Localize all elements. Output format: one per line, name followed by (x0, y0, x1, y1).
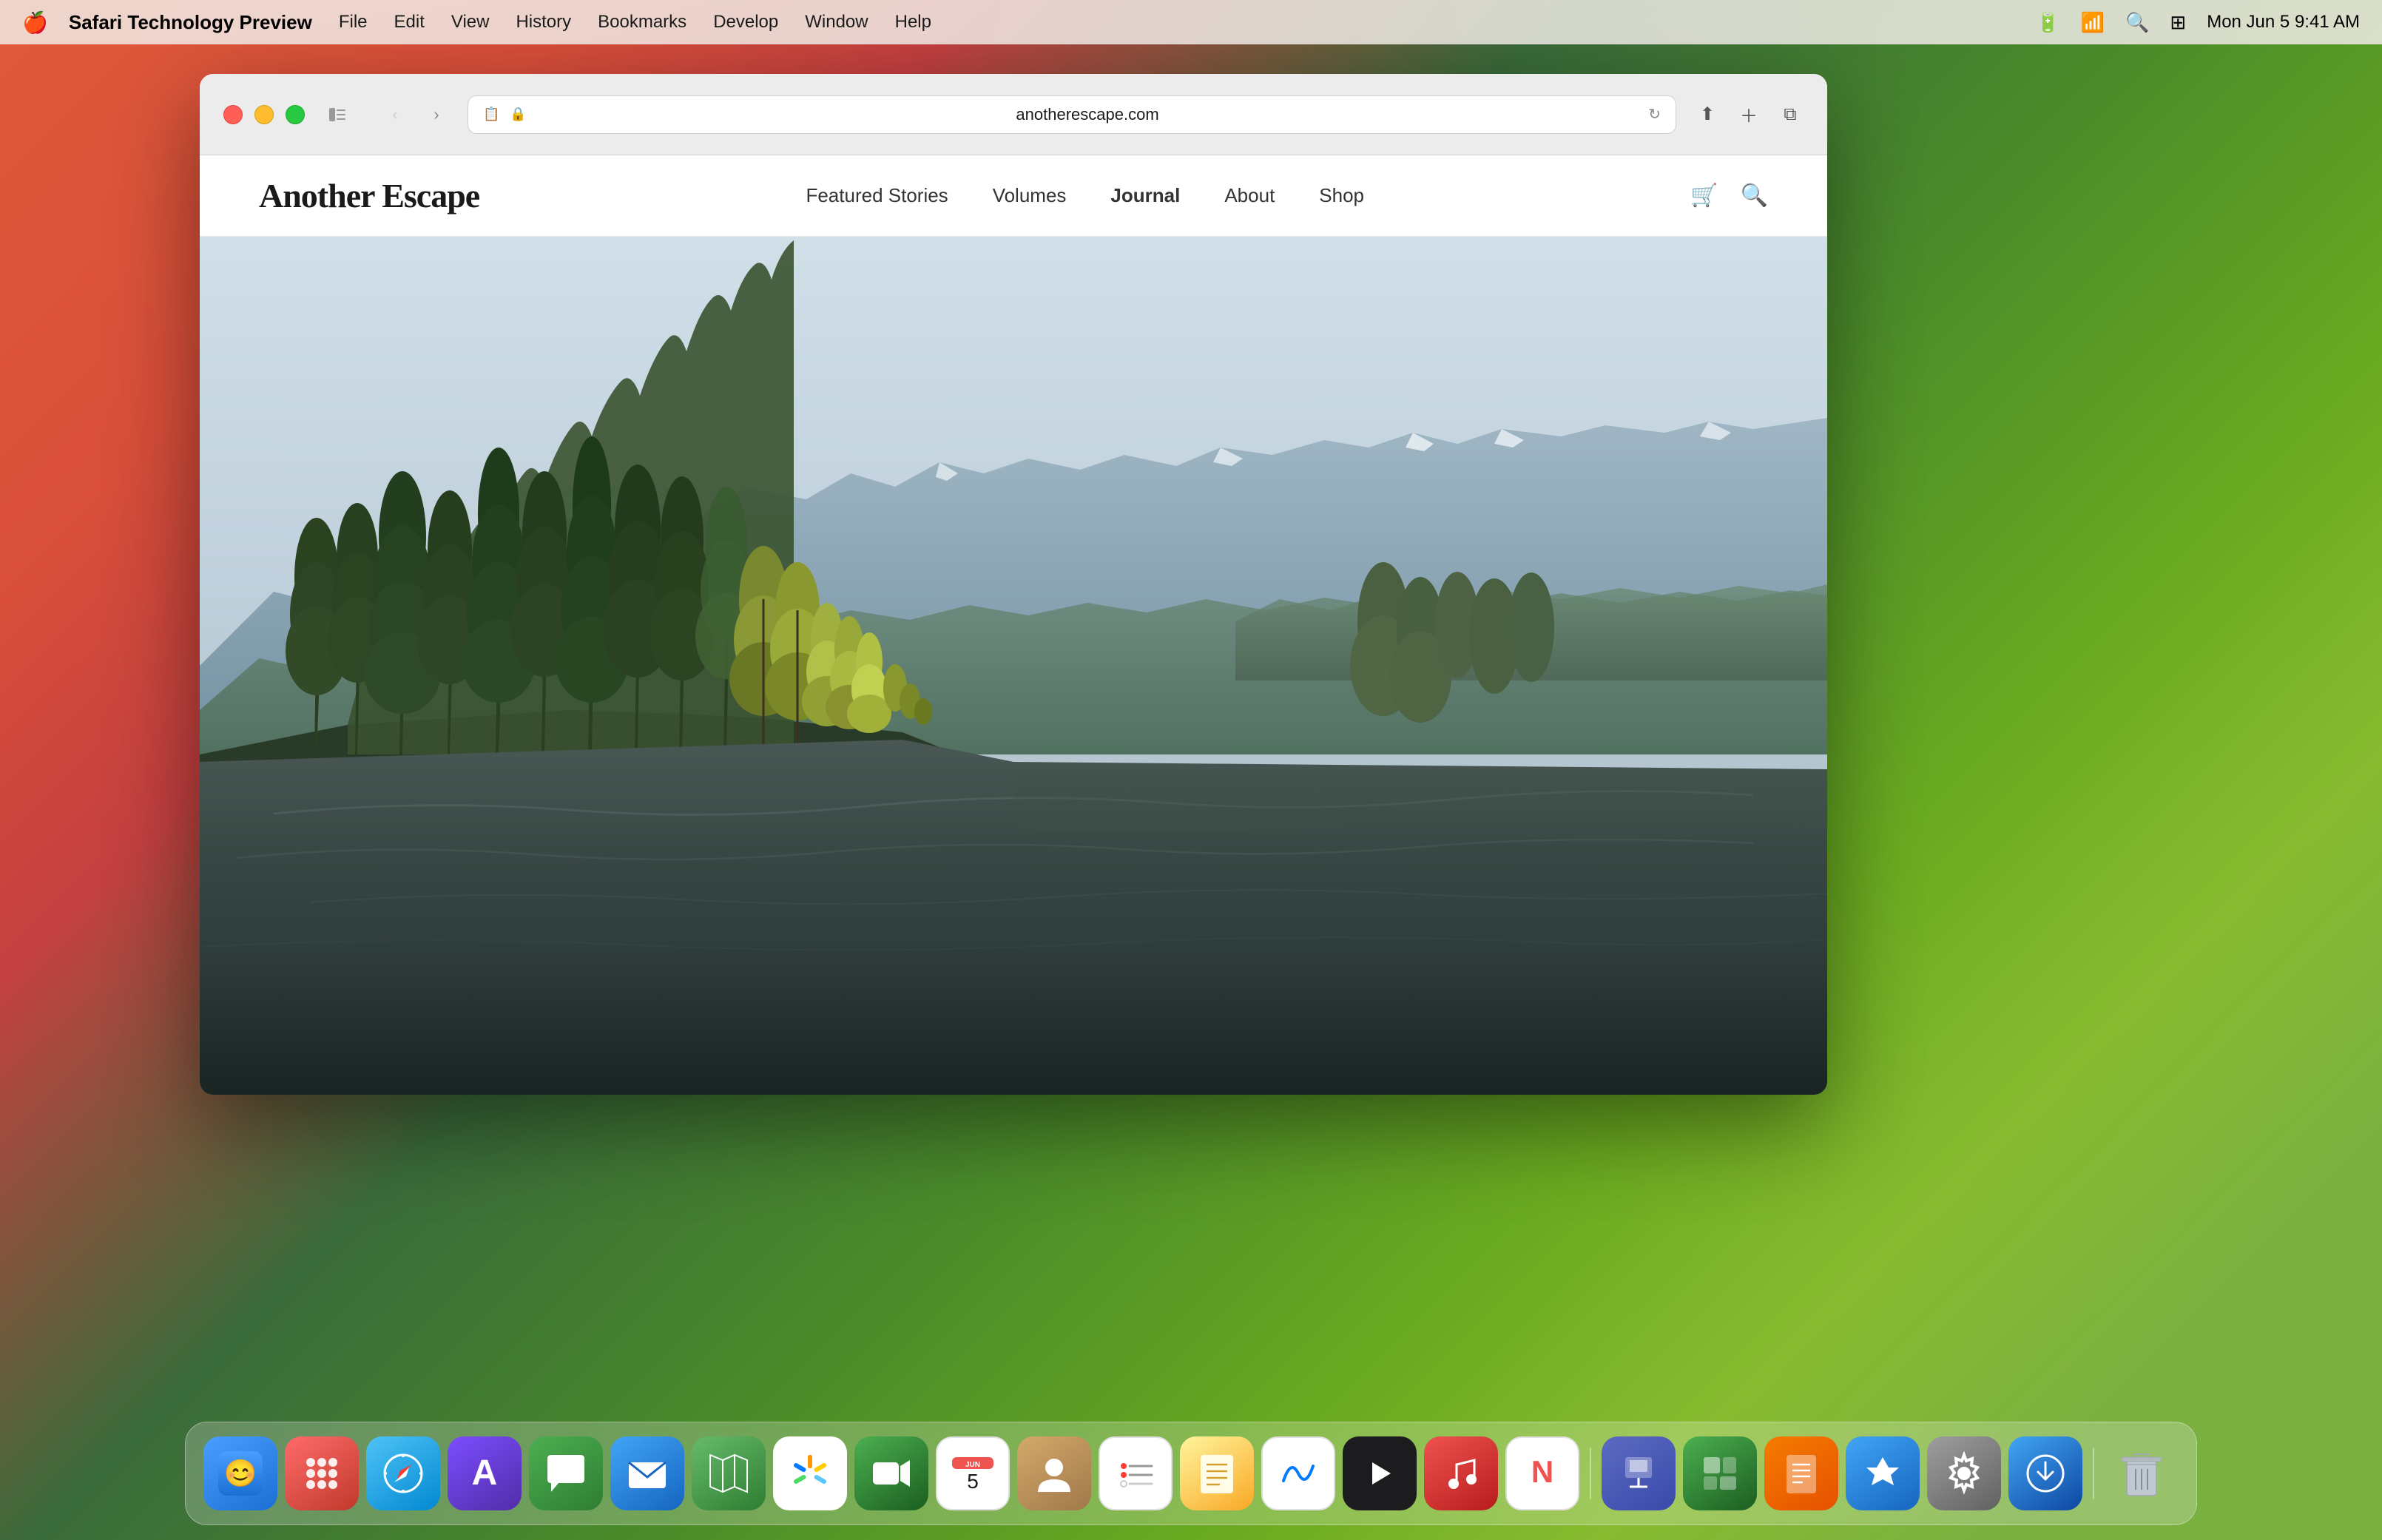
menu-history[interactable]: History (516, 12, 571, 33)
dock-item-settings[interactable] (1927, 1436, 2001, 1510)
dock-item-messages[interactable] (529, 1436, 603, 1510)
dock-item-mail[interactable] (610, 1436, 684, 1510)
nav-featured-stories[interactable]: Featured Stories (806, 184, 948, 207)
dock-item-calendar[interactable]: JUN 5 (936, 1436, 1010, 1510)
dock-item-finder[interactable]: 😊 (203, 1436, 277, 1510)
website-content: Another Escape Featured Stories Volumes … (200, 155, 1827, 1095)
nav-shop[interactable]: Shop (1319, 184, 1364, 207)
dock-item-appletv[interactable] (1343, 1436, 1417, 1510)
menubar-right: 🔋 📶 🔍 ⊞ Mon Jun 5 9:41 AM (2036, 11, 2360, 34)
search-icon[interactable]: 🔍 (1741, 183, 1768, 209)
control-center-icon[interactable]: ⊞ (2170, 11, 2186, 34)
search-icon[interactable]: 🔍 (2125, 11, 2149, 34)
browser-chrome: ‹ › 📋 🔒 anotherescape.com ↻ ⬆ ＋ ⧉ (200, 74, 1827, 155)
menubar-items: File Edit View History Bookmarks Develop… (339, 12, 931, 33)
menu-file[interactable]: File (339, 12, 368, 33)
site-header: Another Escape Featured Stories Volumes … (200, 155, 1827, 237)
share-button[interactable]: ⬆ (1694, 101, 1721, 128)
dock-item-news[interactable]: N (1505, 1436, 1579, 1510)
dock-item-appstore[interactable] (1846, 1436, 1920, 1510)
wifi-icon: 📶 (2081, 11, 2105, 34)
dock-item-safari[interactable] (366, 1436, 440, 1510)
menu-edit[interactable]: Edit (394, 12, 425, 33)
svg-text:😊: 😊 (224, 1458, 257, 1488)
dock-item-reminders[interactable] (1099, 1436, 1173, 1510)
menu-develop[interactable]: Develop (713, 12, 778, 33)
forward-button[interactable]: › (423, 101, 450, 128)
new-tab-button[interactable]: ＋ (1735, 101, 1762, 128)
dock-item-facetime[interactable] (854, 1436, 928, 1510)
lock-icon: 🔒 (510, 107, 526, 122)
tab-icon: 📋 (483, 107, 499, 122)
browser-controls: ‹ › (382, 101, 450, 128)
nav-about[interactable]: About (1224, 184, 1275, 207)
fullscreen-button[interactable] (286, 105, 305, 124)
app-name[interactable]: Safari Technology Preview (69, 11, 312, 34)
dock-item-music[interactable] (1424, 1436, 1498, 1510)
dock-item-ia-writer[interactable]: A (448, 1436, 522, 1510)
menu-help[interactable]: Help (895, 12, 931, 33)
nav-journal[interactable]: Journal (1110, 184, 1180, 207)
menu-bookmarks[interactable]: Bookmarks (598, 12, 686, 33)
clock: Mon Jun 5 9:41 AM (2207, 12, 2360, 33)
dock-item-contacts[interactable] (1017, 1436, 1091, 1510)
close-button[interactable] (223, 105, 243, 124)
traffic-lights (223, 105, 305, 124)
svg-text:5: 5 (967, 1470, 979, 1493)
dock-item-maps[interactable] (692, 1436, 766, 1510)
site-nav: Featured Stories Volumes Journal About S… (806, 184, 1364, 207)
dock-divider (1590, 1448, 1591, 1499)
dock-item-pages[interactable] (1764, 1436, 1838, 1510)
back-button[interactable]: ‹ (382, 101, 408, 128)
cart-icon[interactable]: 🛒 (1690, 183, 1718, 209)
sidebar-toggle-button[interactable] (323, 101, 352, 128)
url-text[interactable]: anotherescape.com (537, 105, 1638, 124)
address-bar[interactable]: 📋 🔒 anotherescape.com ↻ (468, 95, 1676, 134)
dock-item-launchpad[interactable] (285, 1436, 359, 1510)
hero-image (200, 237, 1827, 1095)
battery-icon: 🔋 (2036, 11, 2059, 34)
site-logo[interactable]: Another Escape (259, 176, 479, 215)
dock-item-photos[interactable] (773, 1436, 847, 1510)
svg-text:JUN: JUN (965, 1461, 980, 1469)
site-header-actions: 🛒 🔍 (1690, 183, 1768, 209)
apple-menu[interactable]: 🍎 (22, 10, 48, 35)
menubar: 🍎 Safari Technology Preview File Edit Vi… (0, 0, 2382, 44)
dock-item-download[interactable] (2008, 1436, 2082, 1510)
dock-divider-2 (2093, 1448, 2094, 1499)
svg-text:N: N (1531, 1454, 1553, 1489)
tab-overview-button[interactable]: ⧉ (1777, 101, 1804, 128)
dock-item-freeform[interactable] (1261, 1436, 1335, 1510)
reload-button[interactable]: ↻ (1648, 105, 1661, 124)
dock-item-notes[interactable] (1180, 1436, 1254, 1510)
dock-item-numbers[interactable] (1683, 1436, 1757, 1510)
dock: 😊 A (185, 1422, 2197, 1525)
nav-volumes[interactable]: Volumes (993, 184, 1067, 207)
dock-item-keynote[interactable] (1602, 1436, 1676, 1510)
menu-window[interactable]: Window (805, 12, 868, 33)
browser-actions: ⬆ ＋ ⧉ (1694, 101, 1804, 128)
menu-view[interactable]: View (451, 12, 490, 33)
dock-item-trash[interactable] (2105, 1436, 2179, 1510)
minimize-button[interactable] (254, 105, 274, 124)
browser-window: ‹ › 📋 🔒 anotherescape.com ↻ ⬆ ＋ ⧉ Anothe… (200, 74, 1827, 1095)
